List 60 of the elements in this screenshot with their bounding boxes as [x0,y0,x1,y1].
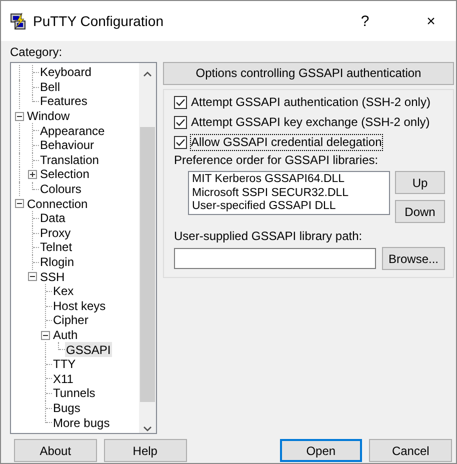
window-title: PuTTY Configuration [33,14,164,28]
tree-item[interactable]: Behaviour [39,138,96,153]
checkbox-label[interactable]: Allow GSSAPI credential delegation [191,135,382,150]
collapse-icon[interactable] [28,272,37,282]
path-label: User-supplied GSSAPI library path: [174,229,362,244]
tree-item[interactable]: Colours [39,182,82,196]
library-item[interactable]: User-specified GSSAPI DLL [192,200,336,214]
tree-item[interactable]: Bell [39,80,62,94]
tree-item[interactable]: Rlogin [39,254,76,270]
library-item[interactable]: MIT Kerberos GSSAPI64.DLL [192,173,345,186]
footer-button[interactable]: Cancel [369,439,452,462]
tree-item[interactable]: X11 [52,371,74,386]
checkbox-label[interactable]: Attempt GSSAPI authentication (SSH-2 only) [191,95,430,110]
footer-button[interactable]: Open [280,439,362,462]
help-button[interactable]: ? [342,6,388,36]
tree-item[interactable]: Cipher [52,313,90,328]
checkbox-label[interactable]: Attempt GSSAPI key exchange (SSH-2 only) [191,115,430,130]
tree-item[interactable]: Kex [52,284,75,298]
tree-item[interactable]: SSH [39,269,66,284]
scroll-thumb[interactable] [140,127,155,402]
footer-button[interactable]: Help [104,439,186,462]
tree-item[interactable]: Data [39,210,66,226]
tree-item[interactable]: Auth [52,328,79,342]
tree-item[interactable]: Host keys [52,298,107,314]
collapse-icon[interactable] [41,330,50,340]
down-button[interactable]: Down [395,200,445,223]
checkbox[interactable] [174,96,187,109]
tree-item[interactable]: Bugs [52,400,82,416]
tree-item[interactable]: Window [26,108,71,124]
scroll-down-icon[interactable] [143,426,152,432]
tree-item[interactable]: More bugs [52,415,111,430]
tree-item[interactable]: Selection [39,167,90,182]
tree-item[interactable]: Translation [39,152,100,168]
tree-item[interactable]: Connection [26,196,89,211]
tree-item[interactable]: Telnet [39,240,74,255]
category-label: Category: [10,45,62,61]
libraries-label: Preference order for GSSAPI libraries: [174,153,378,168]
tree-item[interactable]: Appearance [39,123,106,138]
close-button[interactable]: × [408,6,454,36]
tree-item[interactable]: TTY [52,356,77,372]
footer-button[interactable]: About [14,439,97,462]
tree-item[interactable]: Tunnels [52,386,96,401]
library-item[interactable]: Microsoft SSPI SECUR32.DLL [192,186,349,200]
app-icon [10,12,27,30]
collapse-icon[interactable] [15,199,24,208]
expand-icon[interactable] [28,170,37,180]
path-input-field[interactable] [174,248,376,269]
scroll-up-icon[interactable] [143,71,152,77]
tree-item[interactable]: GSSAPI [65,342,112,357]
checkbox[interactable] [174,116,187,129]
scrollbar[interactable] [139,63,156,433]
libraries-list[interactable]: MIT Kerberos GSSAPI64.DLL Microsoft SSPI SECUR32.DLL User-specified GSSAPI DLL [188,171,390,215]
tree-item[interactable]: Keyboard [39,65,92,80]
browse-button[interactable]: Browse... [382,247,445,270]
panel-title: Options controlling GSSAPI authentication [163,62,454,85]
tree-item[interactable]: Proxy [39,226,72,240]
checkbox[interactable] [174,136,187,149]
tree-item[interactable]: Features [39,94,88,109]
up-button[interactable]: Up [395,171,445,194]
collapse-icon[interactable] [15,112,24,121]
